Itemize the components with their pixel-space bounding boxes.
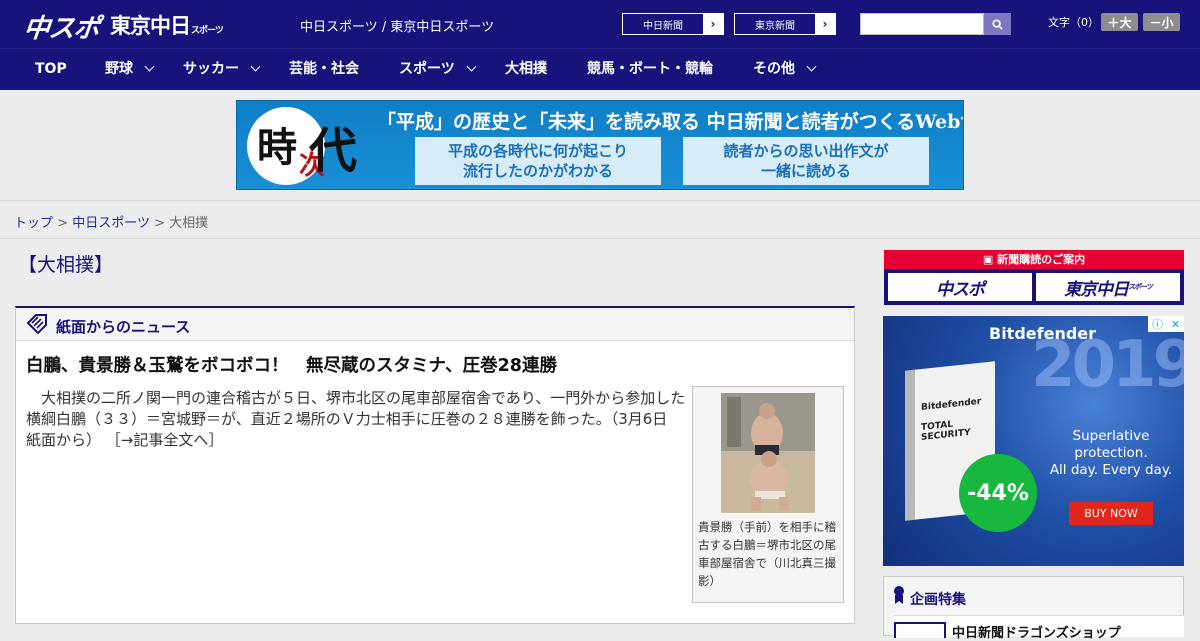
subscribe-tokyo-label: 東京中日	[1064, 279, 1129, 300]
font-size-label: 文字（0）	[1048, 16, 1099, 29]
product-brand: Bitdefender	[921, 396, 982, 414]
buy-now-button[interactable]: BUY NOW	[1069, 502, 1153, 525]
chevron-down-icon	[466, 61, 477, 72]
nav-item-racing[interactable]: 競馬・ボート・競輪	[587, 49, 713, 91]
subscription-box: ▣ 新聞購読のご案内 中スポ 東京中日 スポーツ	[884, 250, 1184, 305]
nav-item-soccer[interactable]: サッカー	[183, 49, 261, 91]
newspaper-icon: ▣	[982, 253, 998, 266]
ad-copy-line: All day. Every day.	[1049, 462, 1173, 478]
section-title: 紙面からのニュース	[56, 318, 191, 336]
chunichi-shimbun-button[interactable]: 中日新聞 ›	[622, 13, 724, 35]
subscribe-chuspo-button[interactable]: 中スポ	[888, 273, 1032, 301]
nav-label: 競馬・ボート・競輪	[587, 61, 713, 77]
subscribe-tokyo-small: スポーツ	[1128, 283, 1153, 291]
search-input[interactable]	[860, 13, 984, 35]
bitdefender-ad[interactable]: 2019 Bitdefender ⓘ ✕ Bitdefender TOTAL S…	[883, 316, 1184, 566]
section-header: 紙面からのニュース	[16, 308, 854, 341]
feature-item-label: 中日新聞ドラゴンズショップ	[952, 626, 1121, 641]
nav-label: TOP	[35, 61, 67, 77]
search-button[interactable]	[984, 13, 1011, 35]
banner-sub-left: 平成の各時代に何が起こり 流行したのかがわかる	[415, 137, 661, 185]
banner-logo-dai: 代	[309, 123, 358, 179]
banner-sub-line: 平成の各時代に何が起こり	[447, 142, 628, 160]
breadcrumb-separator: >	[154, 216, 165, 231]
feature-title: 企画特集	[910, 592, 966, 608]
feature-thumbnail	[894, 622, 946, 638]
chevron-down-icon	[250, 61, 261, 72]
page-title: 【大相撲】	[18, 254, 114, 276]
chevron-down-icon	[144, 61, 155, 72]
nav-item-other[interactable]: その他	[753, 49, 817, 91]
subscribe-tokyo-chunichi-button[interactable]: 東京中日 スポーツ	[1036, 273, 1180, 301]
main-nav: TOP 野球 サッカー 芸能・社会 スポーツ 大相撲 競馬・ボート・競輪 その他	[0, 48, 1200, 90]
breadcrumb-top[interactable]: トップ	[14, 216, 53, 231]
tokyo-chunichi-logo[interactable]: 東京中日スポーツ	[110, 10, 224, 40]
photo-caption: 貴景勝（手前）を相手に稽古する白鵬＝堺市北区の尾車部屋宿舎で（川北真三撮影）	[698, 520, 836, 588]
subscription-heading: ▣ 新聞購読のご案内	[884, 250, 1184, 269]
banner-headline: 「平成」の歴史と「未来」を読み取る 中日新聞と読者がつくるWebサイト	[377, 111, 964, 133]
tokyo-logo-text: 東京中日	[110, 14, 191, 38]
nav-item-top[interactable]: TOP	[35, 49, 67, 91]
nav-item-sports[interactable]: スポーツ	[399, 49, 477, 91]
nav-label: 大相撲	[505, 61, 547, 77]
font-larger-button[interactable]: ＋大	[1101, 13, 1138, 31]
nav-label: 野球	[105, 61, 133, 77]
font-smaller-button[interactable]: －小	[1143, 13, 1180, 31]
chevron-right-icon: ›	[703, 14, 723, 34]
tokyo-shimbun-button[interactable]: 東京新聞 ›	[734, 13, 836, 35]
ad-copy: Superlative protection. All day. Every d…	[1049, 428, 1173, 479]
jidai-promo-banner[interactable]: 時 次 代 「平成」の歴史と「未来」を読み取る 中日新聞と読者がつくるWebサイ…	[236, 100, 964, 190]
ad-copy-line: protection.	[1074, 445, 1148, 461]
banner-sub-right: 読者からの思い出作文が 一緒に読める	[683, 137, 929, 185]
product-name: TOTAL SECURITY	[921, 419, 971, 444]
ad-choices[interactable]: ⓘ ✕	[1148, 316, 1184, 332]
article-photo-box: 貴景勝（手前）を相手に稽古する白鵬＝堺市北区の尾車部屋宿舎で（川北真三撮影）	[692, 386, 844, 603]
site-names: 中日スポーツ / 東京中日スポーツ	[300, 20, 495, 35]
subscription-heading-label: 新聞購読のご案内	[997, 253, 1086, 266]
breadcrumb-current: 大相撲	[169, 216, 209, 231]
newspaper-tag-icon	[26, 314, 47, 334]
breadcrumb: トップ > 中日スポーツ > 大相撲	[0, 200, 1200, 239]
sumo-wrestlers-image	[721, 393, 815, 513]
sumo-training-photo[interactable]	[721, 393, 815, 513]
nav-label: スポーツ	[399, 61, 455, 77]
adchoices-icon[interactable]: ⓘ	[1152, 316, 1163, 332]
chevron-down-icon	[806, 61, 817, 72]
ad-copy-line: Superlative	[1072, 428, 1150, 444]
nav-label: サッカー	[183, 61, 239, 77]
tokyo-logo-small: スポーツ	[191, 26, 224, 36]
top-header: 中スポ 東京中日スポーツ 中日スポーツ / 東京中日スポーツ 中日新聞 › 東京…	[0, 0, 1200, 48]
feature-item[interactable]: 中日新聞ドラゴンズショップ	[894, 615, 1184, 641]
banner-sub-line: 読者からの思い出作文が	[723, 142, 889, 160]
chevron-right-icon: ›	[815, 14, 835, 34]
breadcrumb-chunichi-sports[interactable]: 中日スポーツ	[72, 216, 150, 231]
close-icon[interactable]: ✕	[1171, 318, 1180, 331]
paper-button-label: 東京新聞	[755, 20, 795, 32]
newspaper-news-section: 紙面からのニュース 白鵬、貴景勝＆玉鷲をボコボコ！ 無尽蔵のスタミナ、圧巻28連…	[15, 306, 855, 624]
feature-section: 企画特集 中日新聞ドラゴンズショップ	[883, 576, 1184, 641]
discount-badge: -44%	[959, 454, 1037, 532]
chuspo-logo[interactable]: 中スポ	[22, 8, 101, 45]
breadcrumb-trail: トップ > 中日スポーツ > 大相撲	[14, 212, 208, 231]
read-full-article-link[interactable]: ［→記事全文へ］	[106, 431, 224, 449]
article-title[interactable]: 白鵬、貴景勝＆玉鷲をボコボコ！ 無尽蔵のスタミナ、圧巻28連勝	[26, 352, 557, 377]
search-icon	[992, 18, 1003, 30]
banner-logo-ji: 時	[257, 124, 297, 171]
nav-label: 芸能・社会	[289, 61, 359, 77]
ad-brand: Bitdefender	[989, 324, 1097, 343]
nav-item-entertainment[interactable]: 芸能・社会	[289, 49, 359, 91]
nav-label: その他	[753, 61, 795, 77]
nav-item-baseball[interactable]: 野球	[105, 49, 155, 91]
banner-sub-line: 流行したのかがわかる	[462, 162, 613, 180]
nav-item-sumo[interactable]: 大相撲	[505, 49, 547, 91]
breadcrumb-separator: >	[57, 216, 69, 231]
ribbon-badge-icon	[894, 586, 904, 604]
banner-sub-line: 一緒に読める	[760, 162, 851, 180]
paper-button-label: 中日新聞	[643, 20, 683, 32]
article-summary: 大相撲の二所ノ関一門の連合稽古が５日、堺市北区の尾車部屋宿舎であり、一門外から参…	[26, 388, 686, 451]
